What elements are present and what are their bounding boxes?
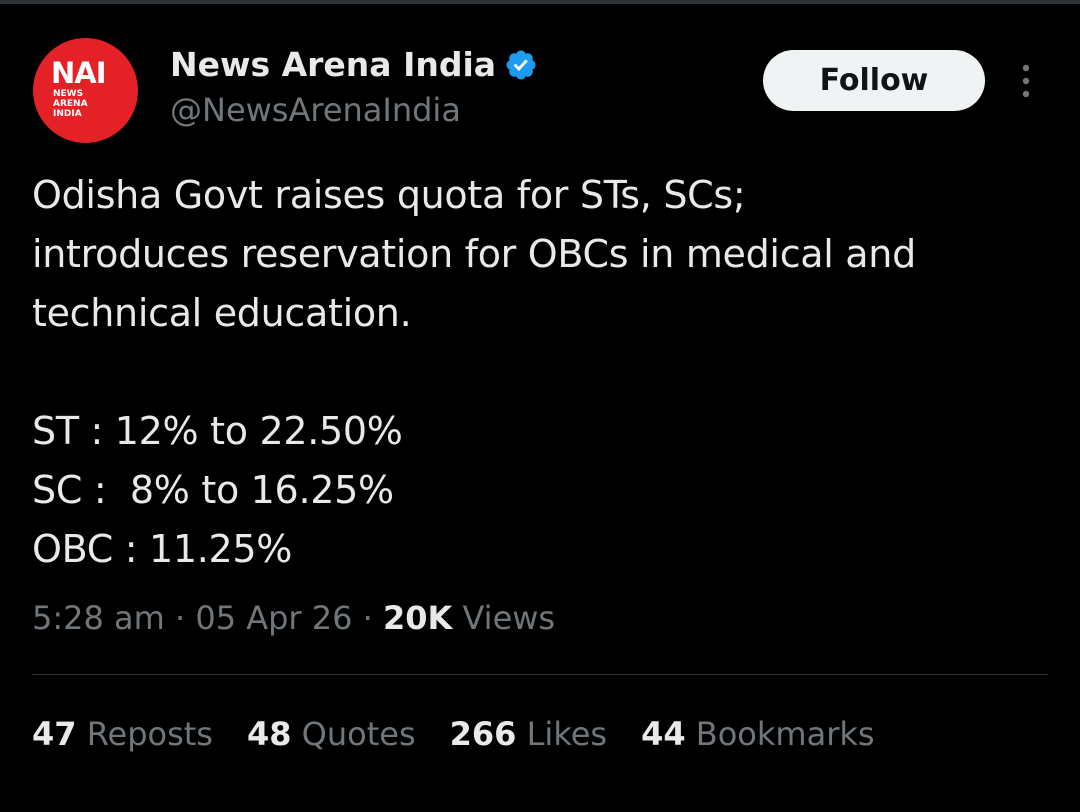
- reposts-label: Reposts: [76, 715, 213, 753]
- author-handle[interactable]: @NewsArenaIndia: [170, 89, 461, 131]
- tweet-meta: 5:28 am · 05 Apr 26 · 20K Views: [32, 597, 555, 639]
- author-name-row: News Arena India: [170, 44, 538, 86]
- bookmarks-count: 44: [641, 715, 686, 753]
- bookmarks-stat[interactable]: 44 Bookmarks: [641, 713, 874, 755]
- reposts-stat[interactable]: 47 Reposts: [32, 713, 213, 755]
- divider: [32, 674, 1048, 675]
- more-vertical-icon[interactable]: [1014, 62, 1038, 100]
- avatar[interactable]: NAI NEWS ARENA INDIA: [33, 38, 138, 143]
- author-display-name[interactable]: News Arena India: [170, 44, 496, 86]
- tweet-text: Odisha Govt raises quota for STs, SCs; i…: [32, 173, 916, 571]
- quotes-stat[interactable]: 48 Quotes: [247, 713, 416, 755]
- avatar-logo-text: NAI: [51, 56, 107, 90]
- likes-label: Likes: [516, 715, 608, 753]
- likes-count: 266: [449, 715, 517, 753]
- top-border: [0, 0, 1080, 4]
- bookmarks-label: Bookmarks: [685, 715, 875, 753]
- follow-button[interactable]: Follow: [763, 50, 985, 111]
- tweet-time[interactable]: 5:28 am: [32, 599, 165, 637]
- views-count: 20K: [382, 599, 453, 637]
- reposts-count: 47: [32, 715, 77, 753]
- likes-stat[interactable]: 266 Likes: [450, 713, 607, 755]
- avatar-logo-subtext: NEWS ARENA INDIA: [53, 89, 88, 119]
- quotes-label: Quotes: [291, 715, 416, 753]
- meta-separator: ·: [352, 599, 383, 637]
- meta-separator: ·: [164, 599, 196, 637]
- engagement-stats: 47 Reposts 48 Quotes 266 Likes 44 Bookma…: [32, 713, 875, 755]
- tweet-date[interactable]: 05 Apr 26: [195, 599, 352, 637]
- verified-badge-icon: [506, 50, 536, 80]
- quotes-count: 48: [246, 715, 292, 753]
- views-label: Views: [452, 599, 556, 637]
